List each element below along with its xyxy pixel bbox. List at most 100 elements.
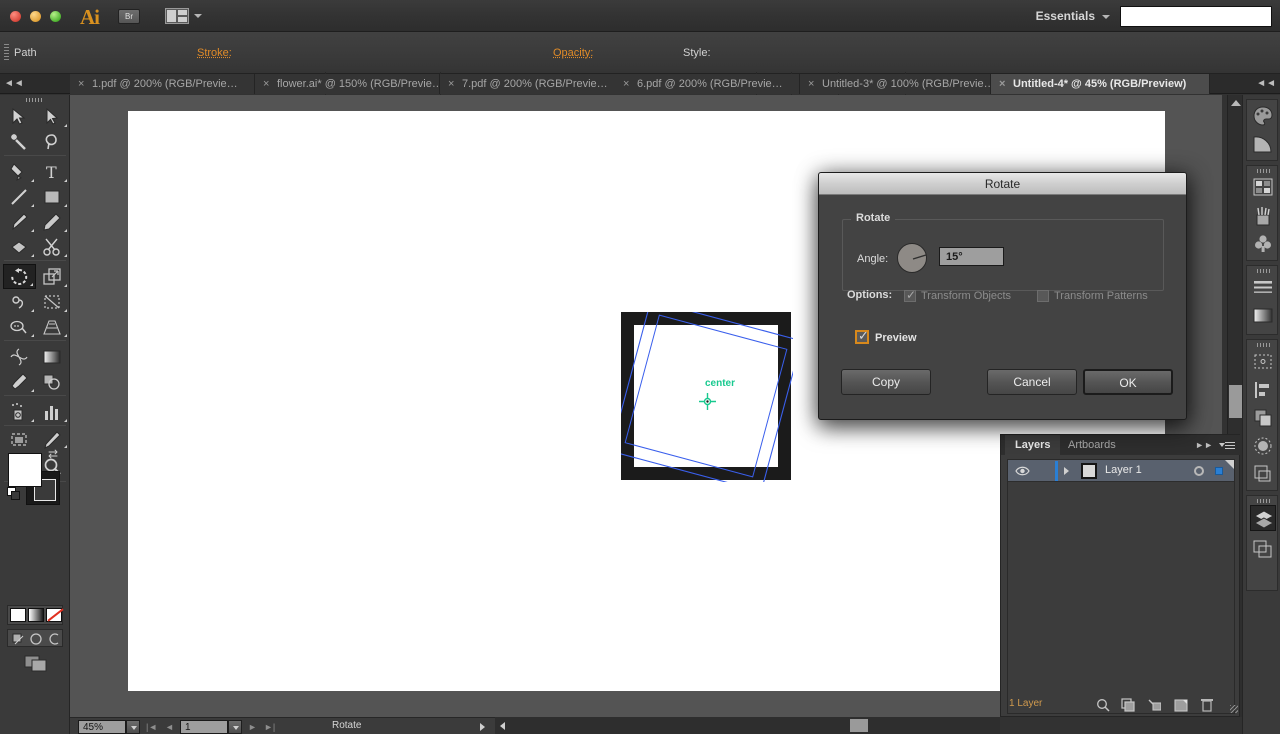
appearance-panel-icon[interactable] — [1250, 461, 1276, 487]
artboard-tool[interactable] — [3, 425, 36, 450]
pathfinder-panel-icon[interactable] — [1250, 405, 1276, 431]
chevron-right-icon[interactable] — [1064, 467, 1069, 475]
cancel-button[interactable]: Cancel — [987, 369, 1077, 395]
eye-icon[interactable] — [1015, 465, 1030, 477]
prev-page-icon[interactable]: ◄ — [165, 722, 174, 732]
document-tab-5[interactable]: × Untitled-3* @ 100% (RGB/Previe… — [800, 74, 991, 94]
collapse-panel-icon[interactable]: ►► — [1195, 440, 1213, 450]
artboards-panel-icon[interactable] — [1250, 536, 1276, 562]
default-fill-stroke-icon[interactable] — [7, 487, 20, 500]
document-tab-2[interactable]: × flower.ai* @ 150% (RGB/Previe… — [255, 74, 440, 94]
search-input[interactable] — [1120, 6, 1272, 27]
status-text[interactable]: Rotate — [332, 720, 361, 731]
lasso-tool[interactable] — [36, 129, 69, 154]
direct-selection-tool[interactable] — [36, 104, 69, 129]
window-minimize-button[interactable] — [30, 11, 41, 22]
scroll-left-icon[interactable] — [500, 722, 505, 730]
preview-label[interactable]: Preview — [875, 332, 917, 344]
gradient-tool[interactable] — [36, 344, 69, 369]
copy-button[interactable]: Copy — [841, 369, 931, 395]
locate-object-icon[interactable] — [1096, 698, 1110, 712]
first-page-icon[interactable]: |◄ — [146, 722, 157, 732]
window-close-button[interactable] — [10, 11, 21, 22]
tools-panel-grip[interactable] — [26, 98, 44, 102]
close-icon[interactable]: × — [448, 74, 454, 94]
blend-tool[interactable] — [36, 369, 69, 394]
close-icon[interactable]: × — [263, 74, 269, 94]
chevron-down-icon[interactable] — [194, 14, 202, 18]
close-icon[interactable]: × — [623, 74, 629, 94]
arrange-documents-icon[interactable] — [165, 8, 189, 24]
zoom-level-input[interactable]: 45% — [78, 720, 126, 734]
last-page-icon[interactable]: ►| — [264, 722, 275, 732]
make-clipping-mask-icon[interactable] — [1121, 698, 1135, 712]
fill-color-proxy[interactable] — [8, 453, 42, 487]
layers-panel-icon[interactable] — [1250, 505, 1276, 531]
ok-button[interactable]: OK — [1083, 369, 1173, 395]
selection-tool[interactable] — [3, 104, 36, 129]
transparency-panel-icon[interactable] — [1250, 433, 1276, 459]
collapse-panel-icon[interactable]: ◄◄ — [1256, 78, 1276, 89]
pencil-tool[interactable] — [36, 209, 69, 234]
shape-builder-tool[interactable] — [3, 314, 36, 339]
angle-dial[interactable] — [897, 243, 927, 273]
none-fill-icon[interactable] — [46, 608, 64, 622]
artboard-number-dropdown[interactable] — [228, 720, 242, 734]
document-tab-4[interactable]: × 6.pdf @ 200% (RGB/Previe… — [615, 74, 800, 94]
eyedropper-tool[interactable] — [3, 369, 36, 394]
free-transform-tool[interactable] — [36, 289, 69, 314]
line-segment-tool[interactable] — [3, 184, 36, 209]
canvas-horizontal-scrollbar[interactable] — [495, 717, 1000, 734]
stroke-panel-icon[interactable] — [1250, 275, 1276, 301]
workspace-switcher[interactable]: Essentials — [1036, 9, 1095, 23]
scroll-up-icon[interactable] — [1231, 100, 1241, 106]
make-sublayer-icon[interactable] — [1147, 698, 1162, 712]
swap-fill-stroke-icon[interactable]: ⇄ — [48, 447, 58, 461]
column-graph-tool[interactable] — [36, 399, 69, 424]
width-tool[interactable] — [3, 289, 36, 314]
target-indicator-icon[interactable] — [1194, 466, 1204, 476]
tab-layers[interactable]: Layers — [1005, 435, 1061, 455]
document-tab-1[interactable]: × 1.pdf @ 200% (RGB/Previe… — [70, 74, 255, 94]
paintbrush-tool[interactable] — [3, 209, 36, 234]
angle-input[interactable]: 15° — [939, 247, 1004, 266]
brushes-panel-icon[interactable] — [1250, 203, 1276, 229]
panel-resize-handle[interactable] — [1230, 705, 1238, 713]
scrollbar-thumb[interactable] — [850, 719, 868, 732]
draw-normal-icon[interactable] — [12, 633, 24, 645]
color-fill-icon[interactable] — [10, 608, 26, 622]
close-icon[interactable]: × — [78, 74, 84, 94]
preview-checkbox[interactable] — [855, 328, 869, 344]
opacity-label[interactable]: Opacity: — [553, 47, 593, 59]
gradient-fill-icon[interactable] — [28, 608, 44, 622]
mesh-tool[interactable] — [3, 344, 36, 369]
rotation-origin-icon[interactable] — [699, 393, 716, 410]
document-tab-3[interactable]: × 7.pdf @ 200% (RGB/Previe… — [440, 74, 625, 94]
window-zoom-button[interactable] — [50, 11, 61, 22]
next-page-icon[interactable]: ► — [248, 722, 257, 732]
close-icon[interactable]: × — [808, 74, 814, 94]
collapse-panel-icon[interactable]: ◄◄ — [4, 78, 24, 89]
scrollbar-thumb[interactable] — [1229, 385, 1242, 418]
control-bar-grip[interactable] — [4, 44, 9, 62]
gradient-panel-icon[interactable] — [1250, 303, 1276, 329]
scissors-tool[interactable] — [36, 234, 69, 259]
draw-behind-icon[interactable] — [30, 633, 42, 645]
color-guide-icon[interactable] — [1250, 131, 1276, 157]
document-tab-6[interactable]: × Untitled-4* @ 45% (RGB/Preview) — [991, 74, 1210, 94]
screen-mode-icon[interactable] — [24, 655, 47, 672]
status-menu-icon[interactable] — [480, 723, 485, 731]
table-row[interactable]: Layer 1 — [1008, 460, 1234, 482]
swatches-panel-icon[interactable] — [1250, 175, 1276, 201]
artboard-number-input[interactable]: 1 — [180, 720, 228, 734]
delete-selection-icon[interactable] — [1200, 698, 1214, 712]
stroke-weight-label[interactable]: Stroke: — [197, 47, 232, 59]
pen-tool[interactable] — [3, 159, 36, 184]
symbol-sprayer-tool[interactable] — [3, 399, 36, 424]
blob-brush-tool[interactable] — [3, 234, 36, 259]
zoom-level-dropdown[interactable] — [126, 720, 140, 734]
scale-tool[interactable] — [36, 264, 69, 289]
rectangle-tool[interactable] — [36, 184, 69, 209]
layer-name[interactable]: Layer 1 — [1105, 464, 1142, 476]
color-panel-icon[interactable] — [1250, 103, 1276, 129]
